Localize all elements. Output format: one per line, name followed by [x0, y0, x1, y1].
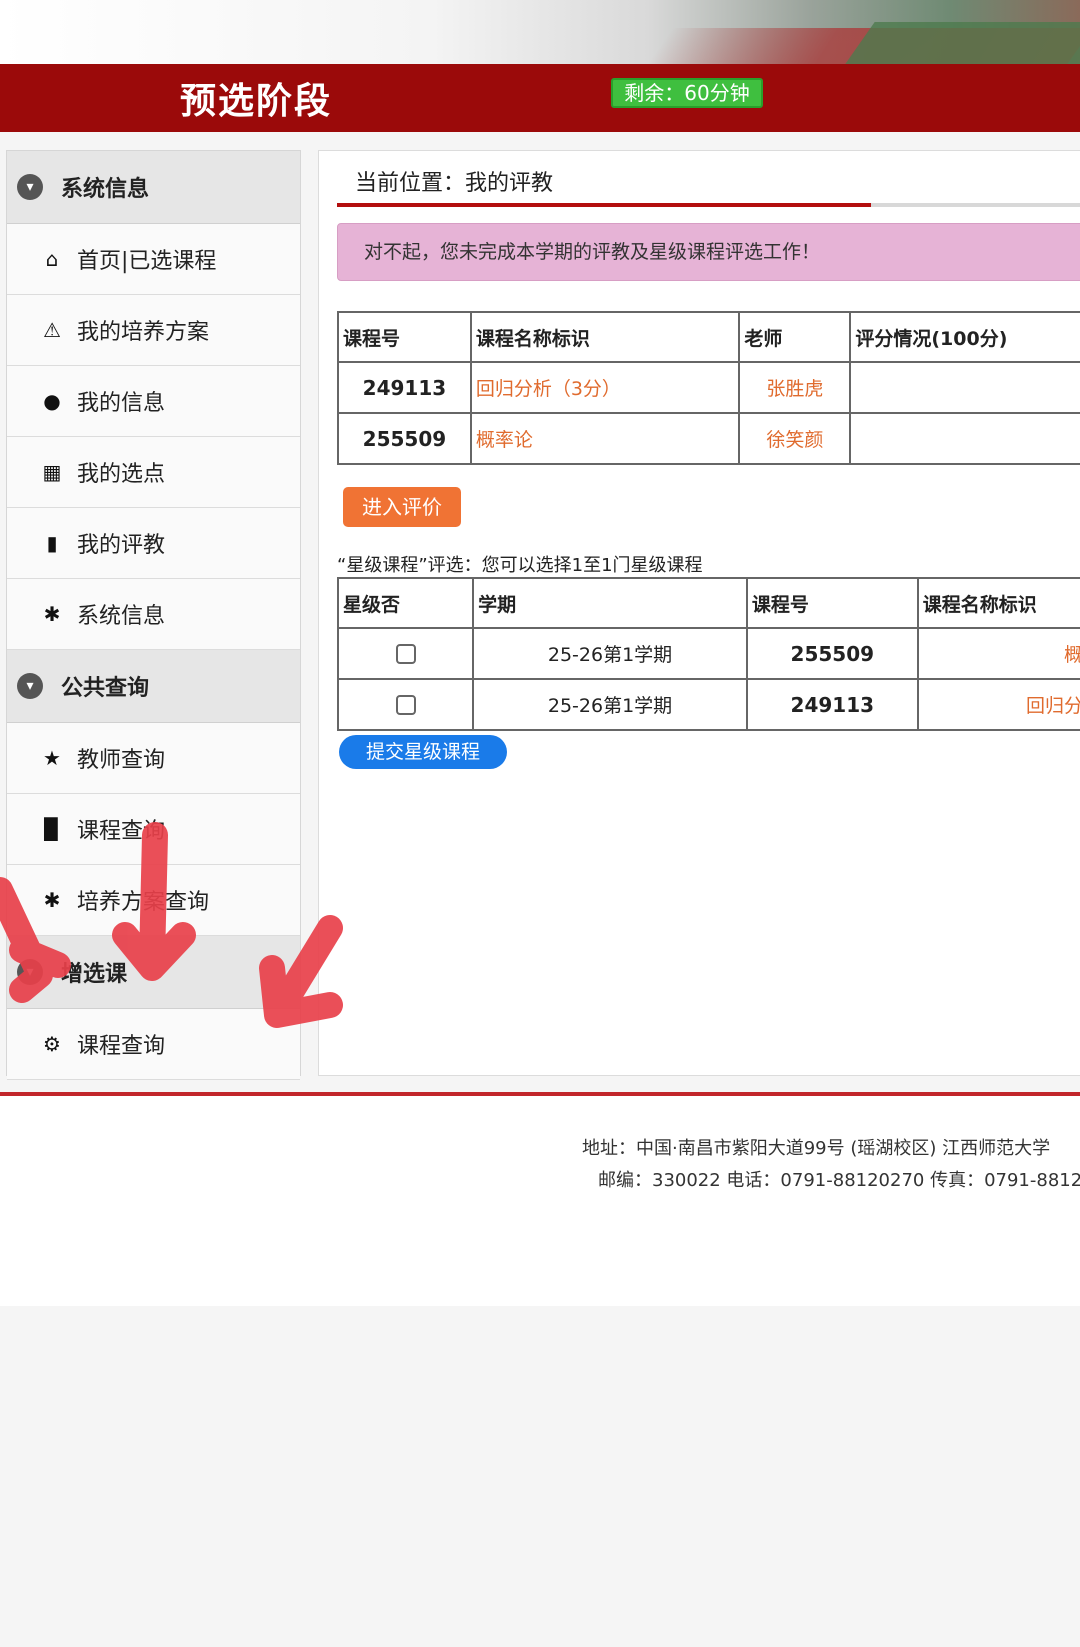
- sidebar-item-add-course-query[interactable]: ⚙ 课程查询: [7, 1009, 300, 1080]
- term-cell: 25-26第1学期: [472, 627, 748, 680]
- home-icon: ⌂: [45, 247, 59, 271]
- teacher-name-link[interactable]: 张胜虎: [738, 361, 852, 414]
- sidebar-group-label: 公共查询: [61, 676, 150, 701]
- column-header: 课程号: [745, 577, 919, 629]
- star-checkbox-cell: [336, 627, 475, 680]
- chevron-down-icon: ▾: [17, 959, 43, 985]
- enter-evaluation-button[interactable]: 进入评价: [343, 487, 461, 527]
- footer: 地址：中国·南昌市紫阳大道99号 (瑶湖校区) 江西师范大学 邮编：330022…: [0, 1096, 1080, 1306]
- title-bar: 预选阶段 剩余：60分钟: [0, 64, 1080, 132]
- term-cell: 25-26第1学期: [472, 678, 748, 731]
- course-code: 249113: [745, 678, 919, 731]
- footer-contact: 邮编：330022 电话：0791-88120270 传真：0791-8812: [598, 1170, 1080, 1191]
- star-icon: ★: [43, 746, 61, 770]
- sidebar-item-label: 我的评教: [77, 533, 166, 558]
- table-row: 25-26第1学期 249113 回归分: [336, 678, 1080, 731]
- bookmark-icon: ▮: [46, 531, 58, 555]
- evaluation-table: 课程号 课程名称标识 老师 评分情况(100分) 249113 回归分析（3分）…: [337, 311, 1080, 465]
- gift-icon: ▦: [42, 460, 62, 484]
- table-header-row: 星级否 学期 课程号 课程名称标识: [336, 577, 1080, 629]
- breadcrumb: 当前位置：我的评教: [355, 171, 554, 196]
- sidebar-item-label: 培养方案查询: [77, 890, 210, 915]
- sidebar-item-my-evaluation[interactable]: ▮ 我的评教: [7, 508, 300, 579]
- sidebar-group-label: 系统信息: [61, 177, 150, 202]
- warning-icon: ⚠: [43, 318, 61, 342]
- sidebar-item-label: 系统信息: [77, 604, 166, 629]
- book-icon: ▉: [44, 817, 60, 841]
- course-name-link[interactable]: 回归分: [916, 678, 1080, 731]
- course-code: 249113: [337, 361, 472, 414]
- submit-star-course-button[interactable]: 提交星级课程: [339, 735, 507, 769]
- chevron-down-icon: ▾: [17, 673, 43, 699]
- breadcrumb-underline: [337, 203, 1080, 207]
- course-name-link[interactable]: 回归分析（3分）: [469, 361, 741, 414]
- star-checkbox-cell: [336, 678, 475, 731]
- sidebar-item-label: 我的信息: [77, 391, 166, 416]
- score-cell: [849, 361, 1080, 414]
- course-name-link[interactable]: 概率论: [469, 412, 741, 465]
- course-name-link[interactable]: 概: [916, 627, 1080, 680]
- asterisk-icon: ✱: [43, 602, 61, 626]
- star-checkbox[interactable]: [395, 695, 416, 715]
- alert-message: 对不起，您未完成本学期的评教及星级课程评选工作！: [337, 223, 1080, 281]
- sidebar-group-system-info[interactable]: ▾ 系统信息: [7, 151, 300, 224]
- main-panel: 当前位置：我的评教 对不起，您未完成本学期的评教及星级课程评选工作！ 课程号 课…: [318, 150, 1080, 1076]
- table-row: 255509 概率论 徐笑颜: [337, 412, 1080, 465]
- sidebar-item-home[interactable]: ⌂ 首页|已选课程: [7, 224, 300, 295]
- sidebar-item-my-points[interactable]: ▦ 我的选点: [7, 437, 300, 508]
- sidebar: ▾ 系统信息 ⌂ 首页|已选课程 ⚠ 我的培养方案 ● 我的信息 ▦ 我的选点 …: [6, 150, 301, 1080]
- column-header: 课程号: [337, 311, 472, 363]
- user-icon: ●: [43, 389, 61, 413]
- sidebar-item-label: 首页|已选课程: [77, 249, 217, 274]
- column-header: 课程名称标识: [916, 577, 1080, 629]
- sidebar-item-training-plan[interactable]: ⚠ 我的培养方案: [7, 295, 300, 366]
- star-course-table: 星级否 学期 课程号 课程名称标识 25-26第1学期 255509 概 25-…: [336, 577, 1080, 731]
- table-header-row: 课程号 课程名称标识 老师 评分情况(100分): [337, 311, 1080, 363]
- column-header: 课程名称标识: [469, 311, 741, 363]
- page: 预选阶段 剩余：60分钟 ▾ 系统信息 ⌂ 首页|已选课程 ⚠ 我的培养方案 ●…: [0, 0, 1080, 1647]
- sidebar-item-label: 我的培养方案: [77, 320, 210, 345]
- table-row: 249113 回归分析（3分） 张胜虎: [337, 361, 1080, 414]
- sidebar-item-label: 课程查询: [77, 819, 166, 844]
- sidebar-group-add-course[interactable]: ▾ 增选课: [7, 936, 300, 1009]
- teacher-name-link[interactable]: 徐笑颜: [738, 412, 852, 465]
- column-header: 老师: [738, 311, 852, 363]
- stadium-banner-image: [0, 0, 1080, 64]
- sidebar-item-teacher-query[interactable]: ★ 教师查询: [7, 723, 300, 794]
- star-course-note: “星级课程”评选：您可以选择1至1门星级课程: [337, 555, 703, 576]
- course-code: 255509: [745, 627, 919, 680]
- asterisk-icon: ✱: [43, 888, 61, 912]
- sidebar-item-label: 教师查询: [77, 748, 166, 773]
- column-header: 学期: [472, 577, 748, 629]
- sidebar-group-label: 增选课: [61, 962, 128, 987]
- gear-icon: ⚙: [43, 1032, 61, 1056]
- time-remaining-badge: 剩余：60分钟: [611, 78, 763, 108]
- table-row: 25-26第1学期 255509 概: [336, 627, 1080, 680]
- phase-title: 预选阶段: [180, 81, 333, 122]
- chevron-down-icon: ▾: [17, 174, 43, 200]
- footer-address: 地址：中国·南昌市紫阳大道99号 (瑶湖校区) 江西师范大学: [582, 1138, 1051, 1159]
- course-code: 255509: [337, 412, 472, 465]
- column-header: 星级否: [336, 577, 475, 629]
- sidebar-item-my-info[interactable]: ● 我的信息: [7, 366, 300, 437]
- sidebar-item-label: 课程查询: [77, 1034, 166, 1059]
- sidebar-item-system-info[interactable]: ✱ 系统信息: [7, 579, 300, 650]
- sidebar-item-course-query[interactable]: ▉ 课程查询: [7, 794, 300, 865]
- column-header: 评分情况(100分): [849, 311, 1080, 363]
- star-checkbox[interactable]: [395, 644, 416, 664]
- sidebar-item-plan-query[interactable]: ✱ 培养方案查询: [7, 865, 300, 936]
- score-cell: [849, 412, 1080, 465]
- sidebar-item-label: 我的选点: [77, 462, 166, 487]
- sidebar-group-public-query[interactable]: ▾ 公共查询: [7, 650, 300, 723]
